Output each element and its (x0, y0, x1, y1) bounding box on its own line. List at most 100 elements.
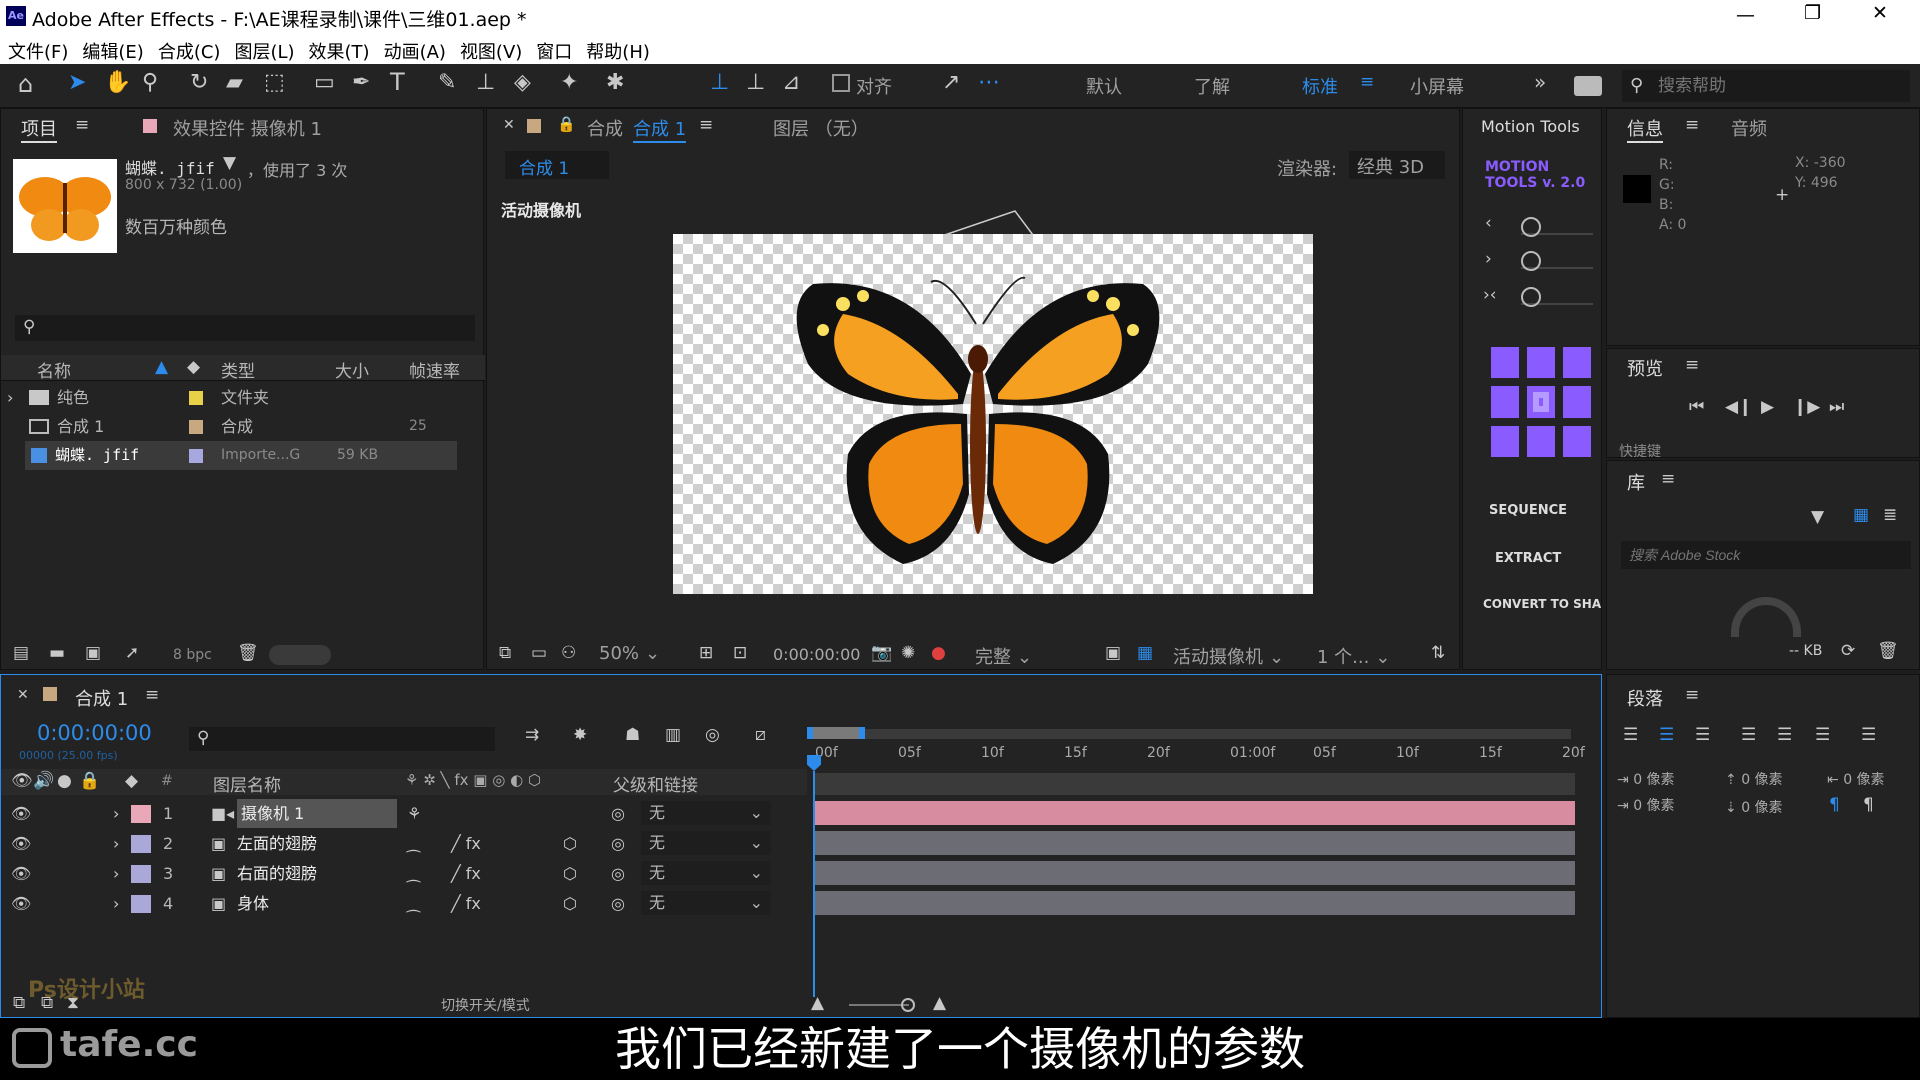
graph-editor-icon[interactable]: ⧄ (755, 725, 766, 745)
expand-icon[interactable]: › (113, 859, 119, 888)
col-size[interactable]: 大小 (335, 357, 369, 382)
motion-blur-icon[interactable]: ◎ (705, 725, 720, 745)
clone-stamp-icon[interactable]: ⊥ (476, 70, 495, 95)
align-left-icon[interactable]: ☰ (1623, 725, 1638, 745)
expand-icon[interactable]: › (7, 383, 13, 412)
view-axis-icon[interactable]: ⊿ (782, 70, 800, 95)
new-folder-icon[interactable]: ▤ (13, 643, 29, 663)
close-tab-icon[interactable]: ✕ (17, 687, 29, 703)
convert-button[interactable]: CONVERT TO SHAP (1483, 597, 1601, 611)
always-preview-icon[interactable]: ⧉ (499, 643, 511, 663)
align-center-icon[interactable]: ☰ (1659, 725, 1674, 745)
align-checkbox[interactable] (832, 74, 850, 92)
bit-depth[interactable]: 8 bpc (173, 647, 212, 663)
timeline-timecode[interactable]: 0:00:00:00 (37, 721, 152, 745)
menu-item[interactable]: 窗口 (536, 42, 572, 63)
camera-view-select[interactable]: 活动摄像机 (1173, 643, 1301, 669)
panel-menu-icon[interactable]: ≡ (75, 115, 89, 135)
zoom-out-icon[interactable]: ▲ (811, 993, 824, 1013)
justify-center-icon[interactable]: ☰ (1777, 725, 1792, 745)
tab-composition[interactable]: 合成 (587, 115, 623, 141)
parent-header[interactable]: 父级和链接 (613, 771, 698, 796)
align-right-icon[interactable]: ☰ (1695, 725, 1710, 745)
more-workspaces-icon[interactable]: » (1534, 70, 1546, 94)
views-select[interactable]: 1 个... (1317, 643, 1401, 669)
grid-view-icon[interactable]: ▦ (1853, 505, 1869, 525)
pickwhip-icon[interactable]: ◎ (611, 829, 625, 858)
panel-menu-icon[interactable]: ≡ (699, 115, 713, 135)
space-after[interactable]: ⇣ 0 像素 (1725, 797, 1783, 817)
label-swatch[interactable] (131, 865, 151, 883)
work-area-start[interactable] (807, 727, 865, 739)
quality-switch-icon[interactable]: ╱ fx (451, 859, 481, 888)
parent-select[interactable]: 无 ⌄ (641, 891, 771, 915)
col-type[interactable]: 类型 (221, 357, 255, 382)
toggle-switches[interactable]: 切换开关/模式 (441, 995, 530, 1015)
home-icon[interactable]: ⌂ (18, 70, 33, 98)
snap-icon[interactable]: ↗ (942, 70, 960, 95)
ease-in-slider[interactable] (1521, 215, 1593, 237)
justify-right-icon[interactable]: ☰ (1815, 725, 1830, 745)
grid-icon[interactable]: ⊞ (699, 643, 713, 663)
layer-row[interactable]: 👁 › 2 ▣ 左面的翅膀 ⁔ ╱ fx ⬡ ◎ 无 ⌄ (1, 829, 807, 858)
layer-name[interactable]: 摄像机 1 (237, 799, 397, 828)
shy-switch-icon[interactable]: ⚘ (407, 799, 421, 828)
layer-duration-bar[interactable] (815, 891, 1575, 915)
time-ruler[interactable]: 00f 05f 10f 15f 20f 01:00f 05f 10f 15f 20f (807, 727, 1585, 771)
brush-tool-icon[interactable]: ✎ (438, 70, 456, 95)
puppet-pin-icon[interactable]: ✱ (606, 70, 624, 95)
3d-layer-icon[interactable]: ⬡ (563, 829, 577, 858)
play-icon[interactable]: ▶ (1761, 397, 1774, 417)
rotate-tool-icon[interactable]: ↻ (190, 70, 208, 95)
visibility-eye-icon[interactable]: 👁 (11, 859, 31, 888)
library-title[interactable]: 库 (1627, 469, 1645, 495)
label-swatch[interactable] (131, 895, 151, 913)
list-view-icon[interactable]: ≣ (1883, 505, 1897, 525)
layer-name-header[interactable]: 图层名称 (213, 771, 281, 796)
text-tool-icon[interactable]: T (390, 68, 405, 96)
zoom-slider[interactable] (849, 998, 915, 1012)
pickwhip-icon[interactable]: ◎ (611, 889, 625, 918)
project-item-comp[interactable]: 合成 1 合成 25 (1, 412, 461, 441)
next-frame-icon[interactable]: ❙▶ (1793, 397, 1820, 417)
local-axis-icon[interactable]: ⊥ (710, 70, 729, 95)
sort-icon[interactable]: ▲ (155, 357, 168, 377)
rectangle-tool-icon[interactable]: ▭ (314, 70, 335, 95)
quality-switch-icon[interactable]: ╱ fx (451, 889, 481, 918)
tab-effect-controls[interactable]: 效果控件 摄像机 1 (173, 115, 322, 141)
workspace-small-screen[interactable]: 小屏幕 (1410, 73, 1464, 99)
tab-layer[interactable]: 图层 （无） (773, 115, 869, 141)
mask-icon[interactable]: ⚇ (561, 643, 576, 663)
ease-in-icon[interactable]: ‹ (1485, 213, 1492, 233)
layer-duration-bar[interactable] (815, 861, 1575, 885)
project-item-solids[interactable]: › 纯色 文件夹 (1, 383, 461, 412)
reset-exposure-icon[interactable]: ⇅ (1431, 643, 1445, 663)
layer-duration-bar[interactable] (815, 801, 1575, 825)
composition-viewer[interactable] (673, 234, 1313, 594)
expand-icon[interactable]: › (113, 799, 119, 828)
3d-layer-icon[interactable]: ⬡ (563, 889, 577, 918)
layer-name[interactable]: 身体 (237, 889, 269, 918)
rtl-icon[interactable]: ¶ (1863, 795, 1874, 815)
pickwhip-icon[interactable]: ◎ (611, 799, 625, 828)
layer-row[interactable]: 👁 › 4 ▣ 身体 ⁔ ╱ fx ⬡ ◎ 无 ⌄ (1, 889, 807, 918)
draft-3d-icon[interactable]: ✸ (573, 725, 587, 745)
panel-menu-icon[interactable]: ≡ (1661, 469, 1675, 489)
ease-both-icon[interactable]: ›‹ (1483, 285, 1497, 305)
minimize-icon[interactable]: — (1736, 4, 1755, 26)
parent-select[interactable]: 无 ⌄ (641, 861, 771, 885)
zoom-tool-icon[interactable]: ⚲ (142, 70, 158, 95)
tab-project[interactable]: 项目 (21, 115, 57, 143)
file-dropdown-icon[interactable]: ▼ (223, 153, 236, 173)
layer-duration-bar[interactable] (815, 831, 1575, 855)
ltr-icon[interactable]: ¶ (1829, 795, 1840, 815)
timeline-search[interactable]: ⚲ (189, 727, 495, 751)
label-swatch[interactable] (131, 805, 151, 823)
anchor-grid[interactable] (1491, 347, 1597, 457)
expand-icon[interactable]: › (113, 889, 119, 918)
project-scroll[interactable] (269, 645, 331, 665)
visibility-eye-icon[interactable]: 👁 (11, 889, 31, 918)
layer-name[interactable]: 左面的翅膀 (237, 829, 317, 858)
shy-icon[interactable]: ☗ (625, 725, 640, 745)
menu-item[interactable]: 动画(A) (384, 42, 446, 63)
